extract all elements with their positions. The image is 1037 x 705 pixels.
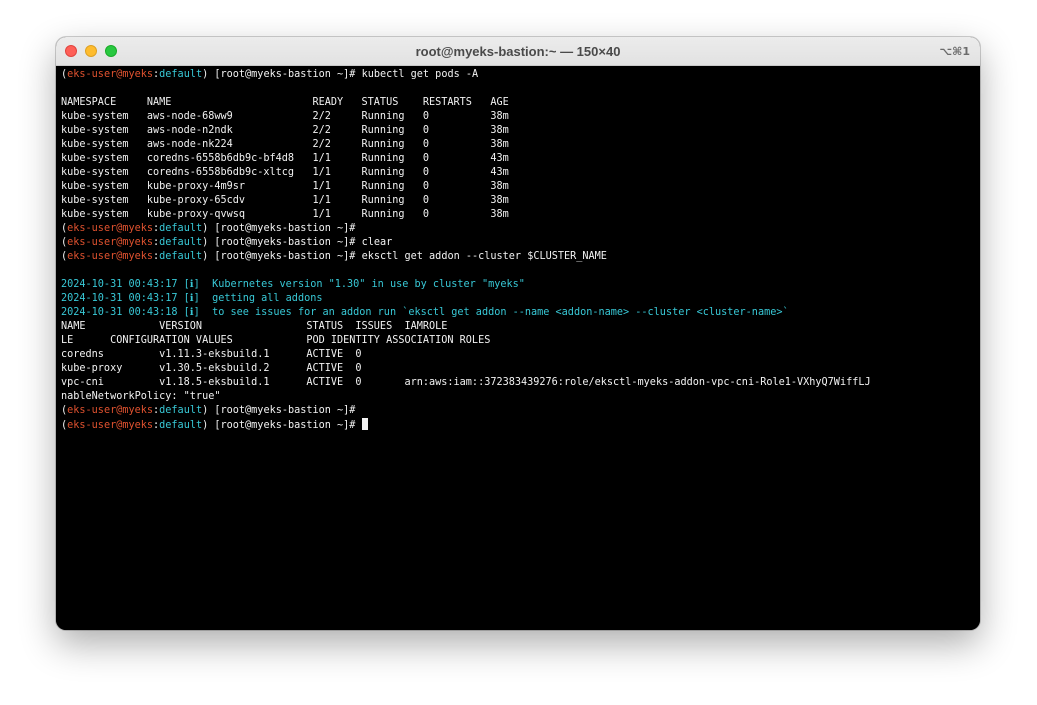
prompt-user: eks-user@myeks bbox=[67, 69, 154, 80]
table-row: kube-system kube-proxy-65cdv 1/1 Running… bbox=[61, 195, 509, 206]
info-log-line: 2024-10-31 00:43:17 [ℹ] Kubernetes versi… bbox=[61, 279, 525, 290]
table-header: NAMESPACE NAME READY STATUS RESTARTS AGE bbox=[61, 97, 509, 108]
command-text: eksctl get addon --cluster $CLUSTER_NAME bbox=[355, 251, 607, 262]
table-row: kube-system coredns-6558b6db9c-bf4d8 1/1… bbox=[61, 153, 509, 164]
prompt-host: [root@myeks-bastion ~]# bbox=[214, 237, 356, 248]
prompt-context: default bbox=[159, 405, 203, 416]
table-row: nableNetworkPolicy: "true" bbox=[61, 391, 221, 402]
prompt-host: [root@myeks-bastion ~]# bbox=[214, 405, 356, 416]
text-cursor bbox=[361, 418, 368, 430]
table-row: kube-proxy v1.30.5-eksbuild.2 ACTIVE 0 bbox=[61, 363, 362, 374]
prompt-user: eks-user@myeks bbox=[67, 223, 154, 234]
terminal-window: root@myeks-bastion:~ — 150×40 ⌥⌘1 (eks-u… bbox=[56, 37, 980, 630]
table-row: kube-system aws-node-n2ndk 2/2 Running 0… bbox=[61, 125, 509, 136]
prompt-context: default bbox=[159, 237, 203, 248]
table-row: coredns v1.11.3-eksbuild.1 ACTIVE 0 bbox=[61, 349, 362, 360]
prompt-user: eks-user@myeks bbox=[67, 237, 154, 248]
table-header: NAME VERSION STATUS ISSUES IAMROLE UPDAT… bbox=[61, 321, 980, 332]
title-bar[interactable]: root@myeks-bastion:~ — 150×40 ⌥⌘1 bbox=[56, 37, 980, 66]
prompt-host: [root@myeks-bastion ~]# bbox=[214, 223, 356, 234]
prompt-line: (eks-user@myeks:default) [root@myeks-bas… bbox=[61, 405, 356, 416]
table-header: LE CONFIGURATION VALUES POD IDENTITY ASS… bbox=[61, 335, 491, 346]
window-shortcut: ⌥⌘1 bbox=[939, 45, 970, 58]
prompt-user: eks-user@myeks bbox=[67, 405, 154, 416]
prompt-line[interactable]: (eks-user@myeks:default) [root@myeks-bas… bbox=[61, 418, 980, 432]
table-row: kube-system aws-node-68ww9 2/2 Running 0… bbox=[61, 111, 509, 122]
prompt-user: eks-user@myeks bbox=[67, 420, 154, 431]
command-text: kubectl get pods -A bbox=[355, 69, 479, 80]
prompt-line: (eks-user@myeks:default) [root@myeks-bas… bbox=[61, 237, 393, 248]
prompt-host: [root@myeks-bastion ~]# bbox=[214, 251, 356, 262]
command-text: clear bbox=[355, 237, 393, 248]
prompt-host: [root@myeks-bastion ~]# bbox=[214, 69, 356, 80]
terminal-output[interactable]: (eks-user@myeks:default) [root@myeks-bas… bbox=[56, 67, 980, 630]
info-log-line: 2024-10-31 00:43:18 [ℹ] to see issues fo… bbox=[61, 307, 789, 318]
table-row: kube-system kube-proxy-qvwsq 1/1 Running… bbox=[61, 209, 509, 220]
table-row: vpc-cni v1.18.5-eksbuild.1 ACTIVE 0 arn:… bbox=[61, 377, 980, 388]
table-row: kube-system coredns-6558b6db9c-xltcg 1/1… bbox=[61, 167, 509, 178]
table-row: kube-system aws-node-nk224 2/2 Running 0… bbox=[61, 139, 509, 150]
table-row: kube-system kube-proxy-4m9sr 1/1 Running… bbox=[61, 181, 509, 192]
prompt-context: default bbox=[159, 69, 203, 80]
prompt-context: default bbox=[159, 223, 203, 234]
prompt-context: default bbox=[159, 420, 203, 431]
prompt-user: eks-user@myeks bbox=[67, 251, 154, 262]
prompt-line: (eks-user@myeks:default) [root@myeks-bas… bbox=[61, 251, 607, 262]
window-title: root@myeks-bastion:~ — 150×40 bbox=[415, 44, 621, 59]
prompt-context: default bbox=[159, 251, 203, 262]
prompt-line: (eks-user@myeks:default) [root@myeks-bas… bbox=[61, 223, 356, 234]
prompt-line: (eks-user@myeks:default) [root@myeks-bas… bbox=[61, 69, 479, 80]
info-log-line: 2024-10-31 00:43:17 [ℹ] getting all addo… bbox=[61, 293, 323, 304]
prompt-host: [root@myeks-bastion ~]# bbox=[214, 420, 356, 431]
